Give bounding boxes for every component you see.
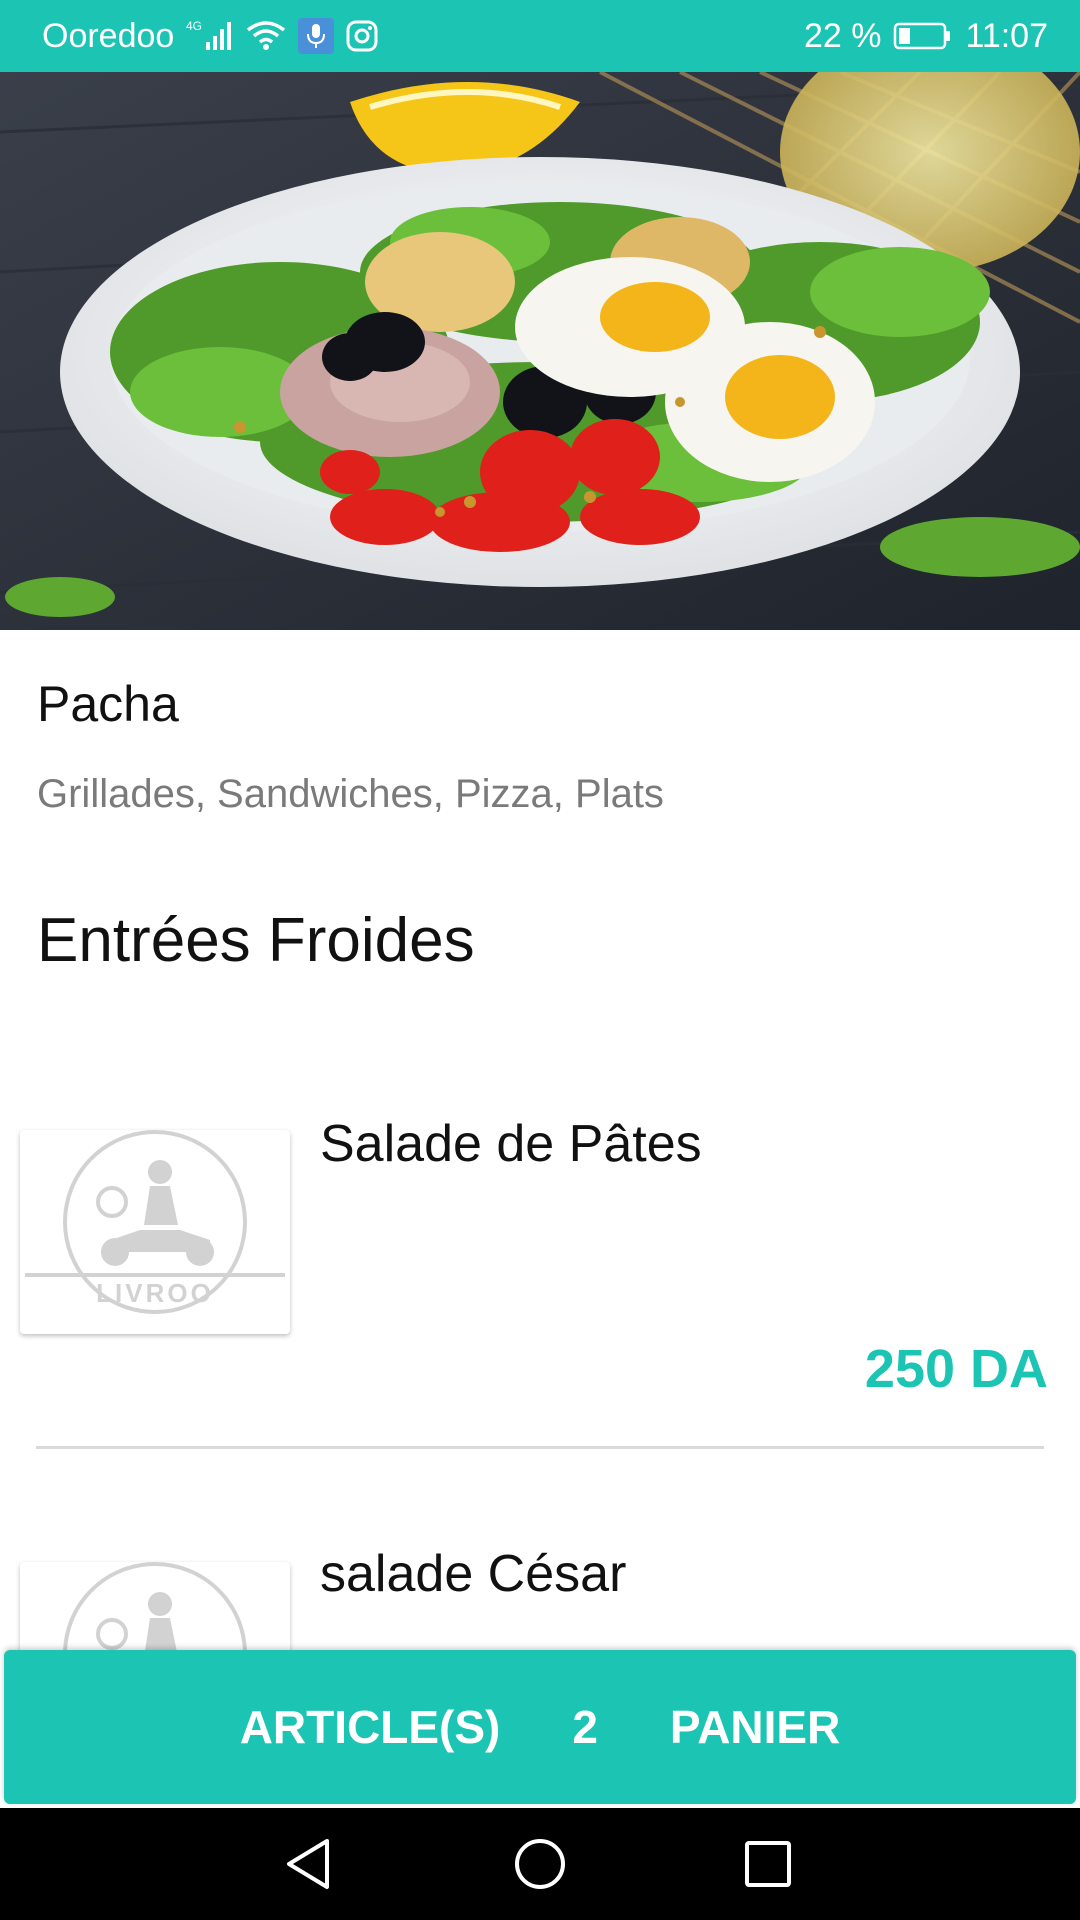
- back-icon[interactable]: [274, 1830, 342, 1898]
- restaurant-hero-image: [0, 72, 1080, 630]
- home-icon[interactable]: [506, 1830, 574, 1898]
- recents-icon[interactable]: [734, 1830, 802, 1898]
- wifi-icon: [246, 20, 286, 52]
- item-price: 250 DA: [864, 1339, 1048, 1399]
- battery-percent: 22 %: [803, 16, 882, 55]
- battery-icon: [893, 21, 953, 51]
- network-type: 4G: [186, 19, 202, 33]
- item-name: Salade de Pâtes: [320, 1115, 702, 1173]
- status-bar: Ooredoo 4G 22 % 11:07: [0, 0, 1080, 72]
- item-thumbnail: [20, 1562, 290, 1650]
- clock: 11:07: [965, 16, 1048, 55]
- svg-text:LIVROO: LIVROO: [96, 1278, 214, 1308]
- status-right: 22 % 11:07: [804, 17, 1048, 56]
- mic-icon: [298, 18, 335, 54]
- menu-item[interactable]: salade César: [0, 1520, 1080, 1650]
- signal-icon: 4G: [186, 18, 234, 54]
- status-left: Ooredoo 4G: [42, 17, 378, 56]
- cart-button[interactable]: ARTICLE(S) 2 PANIER: [4, 1650, 1076, 1804]
- item-name: salade César: [320, 1545, 627, 1603]
- item-thumbnail: LIVROO: [20, 1130, 290, 1334]
- menu-item[interactable]: LIVROO Salade de Pâtes 250 DA: [0, 1090, 1080, 1450]
- carrier-label: Ooredoo: [42, 16, 175, 55]
- item-divider: [36, 1446, 1044, 1449]
- restaurant-name: Pacha: [37, 676, 179, 732]
- restaurant-cuisines: Grillades, Sandwiches, Pizza, Plats: [37, 772, 664, 816]
- system-nav-bar: [0, 1808, 1080, 1920]
- section-title: Entrées Froides: [37, 906, 475, 975]
- cart-count: 2: [572, 1701, 598, 1753]
- cart-label: PANIER: [669, 1701, 841, 1753]
- cart-articles-label: ARTICLE(S): [239, 1701, 501, 1753]
- instagram-icon: [346, 20, 378, 52]
